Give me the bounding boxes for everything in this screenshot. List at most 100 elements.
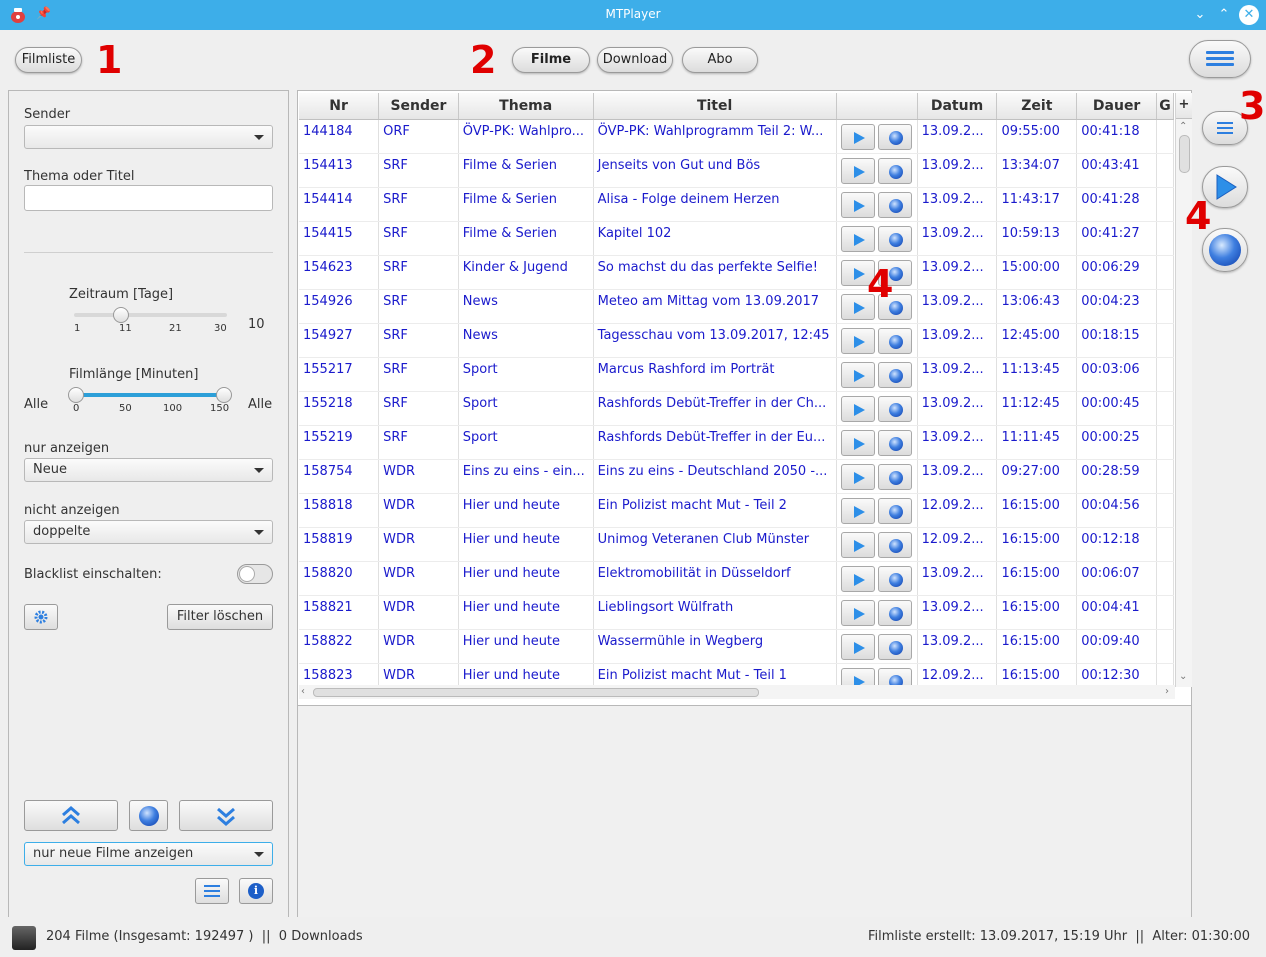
row-play-button[interactable] (840, 429, 875, 456)
zeitraum-slider-handle[interactable] (113, 307, 129, 323)
row-record-button[interactable] (877, 599, 912, 626)
row-actions (836, 221, 918, 256)
row-play-button[interactable] (840, 157, 875, 184)
datum-cell: 13.09.2... (917, 289, 998, 324)
column-header[interactable]: Dauer (1076, 93, 1158, 120)
scroll-right-arrow[interactable]: › (1165, 686, 1169, 697)
horizontal-scroll-thumb[interactable] (313, 688, 759, 697)
nur-anzeigen-select[interactable]: Neue (24, 458, 273, 482)
zeitraum-slider-track[interactable] (74, 313, 227, 317)
info-button[interactable]: i (239, 878, 273, 904)
row-play-button[interactable] (840, 395, 875, 422)
titel-cell: Unimog Veteranen Club Münster (593, 527, 837, 562)
scroll-down-arrow[interactable]: ⌄ (1179, 671, 1187, 682)
row-record-button[interactable] (877, 361, 912, 388)
column-header[interactable]: G (1156, 93, 1174, 120)
filter-loeschen-button[interactable]: Filter löschen (167, 604, 273, 630)
column-header[interactable]: Thema (458, 93, 594, 120)
row-record-button[interactable] (877, 565, 912, 592)
column-header[interactable]: Datum (917, 93, 998, 120)
scroll-left-arrow[interactable]: ‹ (301, 686, 305, 697)
row-record-button[interactable] (877, 225, 912, 252)
thema-input[interactable] (24, 185, 273, 211)
table-row[interactable]: 154414 SRF Filme & Serien Alisa - Folge dei… (299, 187, 1174, 222)
minimize-button[interactable]: ⌄ (1190, 5, 1210, 25)
table-row[interactable]: 158818 WDR Hier und heute Ein Polizist mach… (299, 493, 1174, 528)
nicht-anzeigen-select[interactable]: doppelte (24, 520, 273, 544)
table-row[interactable]: 158823 WDR Hier und heute Ein Polizist mach… (299, 663, 1174, 685)
table-row[interactable]: 158754 WDR Eins zu eins - ein... Eins zu ei… (299, 459, 1174, 494)
blacklist-toggle[interactable] (237, 564, 273, 584)
tab-filme[interactable]: Filme (512, 47, 590, 73)
scroll-up-button[interactable] (24, 800, 118, 831)
table-vertical-scrollbar[interactable]: + ⌃ ⌄ (1175, 93, 1192, 687)
row-record-button[interactable] (877, 463, 912, 490)
table-row[interactable]: 144184 ORF ÖVP-PK: Wahlpro... ÖVP-PK: Wahlp… (299, 119, 1174, 154)
row-record-button[interactable] (877, 123, 912, 150)
vertical-scroll-thumb[interactable] (1179, 135, 1190, 173)
list-button[interactable] (195, 878, 229, 904)
row-record-button[interactable] (877, 429, 912, 456)
row-record-button[interactable] (877, 395, 912, 422)
filme-anzeigen-select[interactable]: nur neue Filme anzeigen (24, 842, 273, 866)
row-play-button[interactable] (840, 361, 875, 388)
row-play-button[interactable] (840, 123, 875, 150)
table-row[interactable]: 155219 SRF Sport Rashfords Debüt-Treffer in… (299, 425, 1174, 460)
row-play-button[interactable] (840, 599, 875, 626)
nicht-anzeigen-label: nicht anzeigen (24, 503, 120, 518)
table-row[interactable]: 154927 SRF News Tagesschau vom 13.09.2017, … (299, 323, 1174, 358)
row-record-button[interactable] (877, 497, 912, 524)
filmlaenge-slider-track[interactable] (75, 393, 225, 397)
g-cell (1156, 221, 1174, 256)
tab-abo[interactable]: Abo (682, 47, 758, 73)
zeit-cell: 11:13:45 (996, 357, 1078, 392)
main-menu-button[interactable] (1189, 40, 1251, 78)
row-play-button[interactable] (840, 327, 875, 354)
row-record-button[interactable] (877, 157, 912, 184)
row-record-button[interactable] (877, 327, 912, 354)
table-horizontal-scrollbar[interactable]: ‹ › (299, 685, 1175, 699)
table-row[interactable]: 154623 SRF Kinder & Jugend So machst du das… (299, 255, 1174, 290)
row-play-button[interactable] (840, 463, 875, 490)
datum-cell: 13.09.2... (917, 323, 998, 358)
row-play-button[interactable] (840, 191, 875, 218)
scroll-up-arrow[interactable]: ⌃ (1179, 121, 1187, 132)
row-play-button[interactable] (840, 497, 875, 524)
filmlaenge-max-handle[interactable] (216, 387, 232, 403)
table-row[interactable]: 155217 SRF Sport Marcus Rashford im Porträt… (299, 357, 1174, 392)
row-record-button[interactable] (877, 633, 912, 660)
zeit-cell: 12:45:00 (996, 323, 1078, 358)
table-row[interactable]: 154413 SRF Filme & Serien Jenseits von Gut … (299, 153, 1174, 188)
sender-select[interactable] (24, 125, 273, 149)
column-header[interactable] (836, 93, 918, 120)
filmlaenge-min-handle[interactable] (68, 387, 84, 403)
column-header[interactable]: Nr (299, 93, 380, 120)
add-column-button[interactable]: + (1176, 93, 1192, 119)
table-row[interactable]: 155218 SRF Sport Rashfords Debüt-Treffer in… (299, 391, 1174, 426)
column-header[interactable]: Zeit (996, 93, 1078, 120)
column-header[interactable]: Sender (378, 93, 459, 120)
filmliste-button[interactable]: Filmliste (15, 47, 82, 73)
row-record-button[interactable] (877, 191, 912, 218)
chevron-down-icon (254, 852, 264, 857)
center-button[interactable] (129, 800, 168, 831)
scroll-down-button[interactable] (179, 800, 273, 831)
row-play-button[interactable] (840, 667, 875, 685)
table-row[interactable]: 158822 WDR Hier und heute Wassermühle in We… (299, 629, 1174, 664)
table-row[interactable]: 154415 SRF Filme & Serien Kapitel 102 13.09.… (299, 221, 1174, 256)
row-play-button[interactable] (840, 565, 875, 592)
tab-download[interactable]: Download (597, 47, 673, 73)
table-row[interactable]: 158820 WDR Hier und heute Elektromobilität … (299, 561, 1174, 596)
row-record-button[interactable] (877, 531, 912, 558)
table-row[interactable]: 158821 WDR Hier und heute Lieblingsort Wülf… (299, 595, 1174, 630)
table-row[interactable]: 154926 SRF News Meteo am Mittag vom 13.09.2… (299, 289, 1174, 324)
maximize-button[interactable]: ⌃ (1214, 5, 1234, 25)
row-record-button[interactable] (877, 667, 912, 685)
filter-settings-button[interactable] (24, 604, 58, 630)
column-header[interactable]: Titel (593, 93, 837, 120)
row-play-button[interactable] (840, 531, 875, 558)
row-play-button[interactable] (840, 225, 875, 252)
table-row[interactable]: 158819 WDR Hier und heute Unimog Veteranen … (299, 527, 1174, 562)
close-button[interactable]: ✕ (1239, 5, 1259, 25)
row-play-button[interactable] (840, 633, 875, 660)
